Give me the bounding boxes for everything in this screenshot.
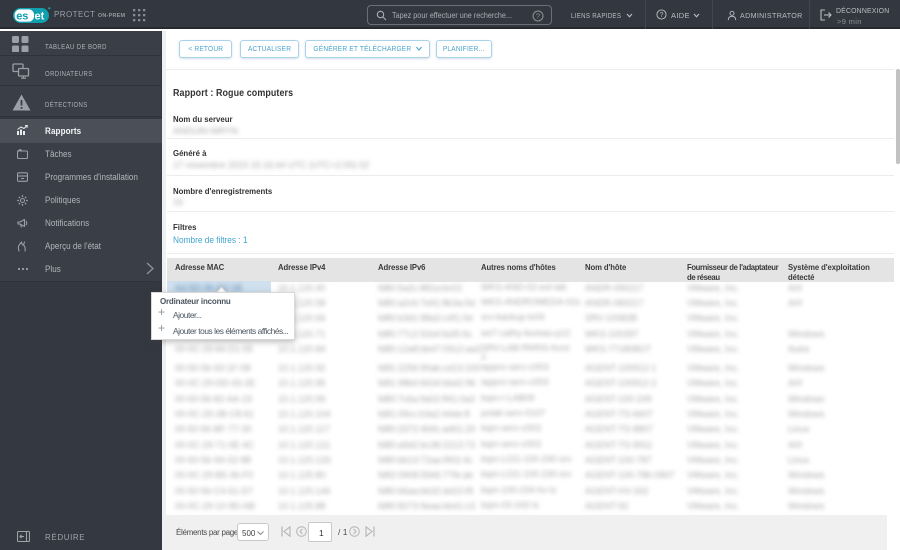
svg-text:et: et — [35, 10, 45, 22]
svg-text:?: ? — [660, 12, 664, 19]
svg-text:?: ? — [536, 12, 540, 21]
svg-text:es: es — [16, 10, 28, 22]
